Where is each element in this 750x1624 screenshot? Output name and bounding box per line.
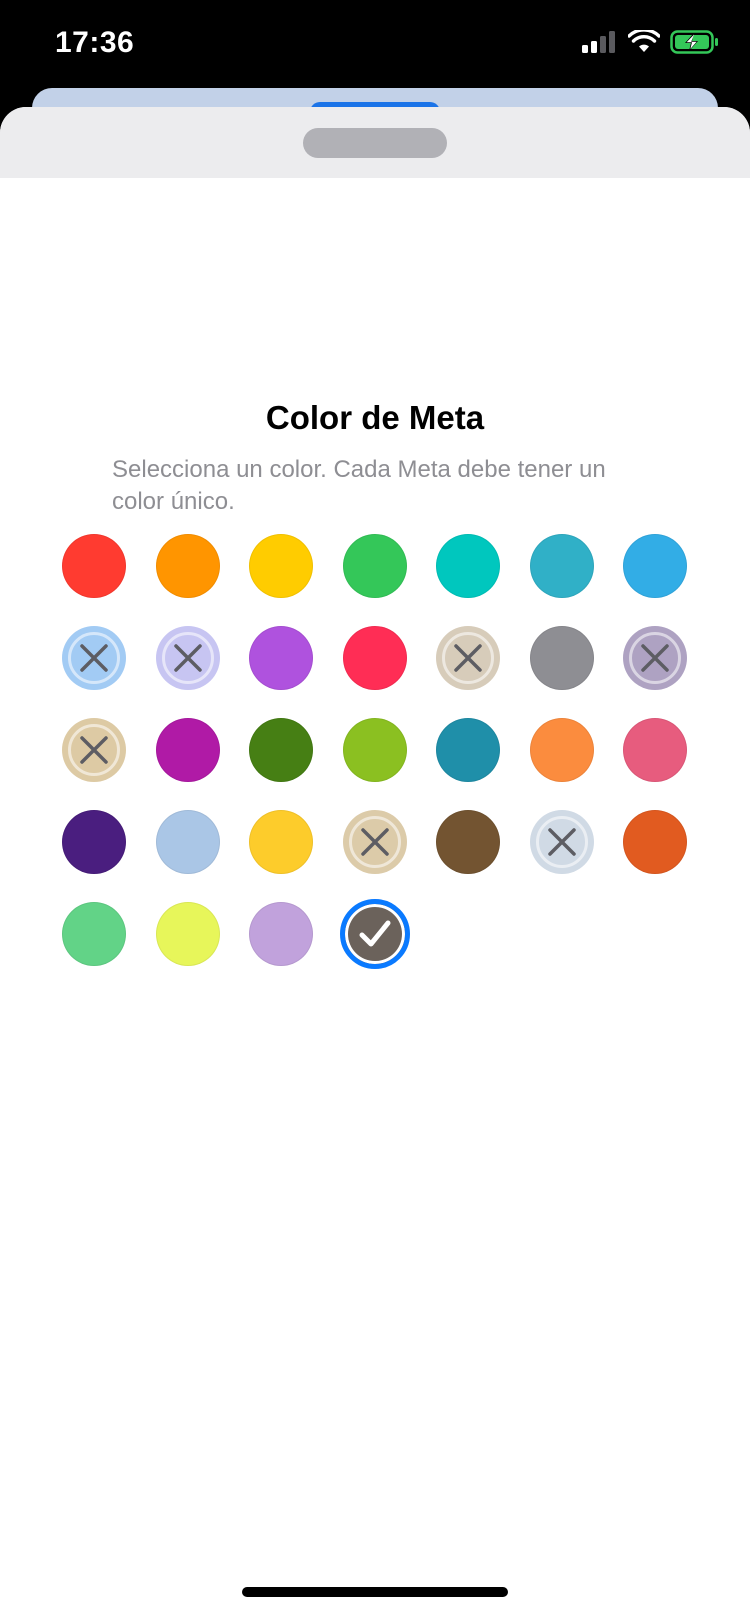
- page-title: Color de Meta: [265, 399, 485, 436]
- color-swatch-12: [436, 626, 500, 690]
- color-swatch-4[interactable]: [342, 534, 407, 598]
- color-swatch-21[interactable]: [623, 718, 687, 782]
- battery-charging-icon: [670, 30, 718, 54]
- color-swatch-28[interactable]: [623, 810, 687, 874]
- color-swatch-14: [623, 626, 687, 690]
- color-swatch-19[interactable]: [436, 718, 500, 782]
- color-swatch-23[interactable]: [155, 810, 220, 874]
- sheet-grabber-handle[interactable]: [303, 128, 447, 158]
- color-swatch-5[interactable]: [436, 534, 500, 598]
- color-swatch-17[interactable]: [249, 718, 313, 782]
- status-bar: 17:36: [0, 0, 750, 88]
- color-swatch-9: [155, 626, 220, 690]
- color-swatch-26[interactable]: [436, 810, 500, 874]
- color-swatch-29[interactable]: [62, 902, 126, 966]
- close-icon: [547, 828, 576, 856]
- page-subtitle: Selecciona un color. Cada Meta debe tene…: [112, 456, 606, 515]
- close-icon: [80, 736, 108, 764]
- color-swatch-27: [529, 810, 594, 874]
- home-indicator[interactable]: [242, 1587, 508, 1597]
- color-swatch-18[interactable]: [342, 718, 407, 782]
- color-swatch-3[interactable]: [249, 534, 313, 598]
- close-icon: [454, 644, 482, 672]
- color-swatch-15: [62, 718, 126, 782]
- color-swatch-11[interactable]: [342, 626, 407, 690]
- close-icon: [641, 644, 669, 672]
- color-swatch-31[interactable]: [249, 902, 313, 966]
- color-swatch-25: [342, 810, 407, 874]
- color-picker-sheet: Color de Meta Selecciona un color. Cada …: [0, 107, 750, 1624]
- cellular-signal-icon: [582, 31, 615, 53]
- color-swatch-30[interactable]: [155, 902, 220, 966]
- color-swatch-16[interactable]: [155, 718, 220, 782]
- color-swatch-22[interactable]: [62, 810, 126, 874]
- color-swatch-10[interactable]: [249, 626, 313, 690]
- close-icon: [80, 644, 108, 672]
- color-swatch-13[interactable]: [529, 626, 594, 690]
- color-swatch-32[interactable]: [339, 899, 410, 969]
- color-swatch-2[interactable]: [155, 534, 220, 598]
- color-swatch-8: [62, 626, 126, 690]
- status-icons: [582, 30, 720, 54]
- color-swatch-7[interactable]: [623, 534, 687, 598]
- status-time: 17:36: [55, 26, 135, 59]
- color-swatch-6[interactable]: [529, 534, 594, 598]
- color-swatch-24[interactable]: [249, 810, 313, 874]
- color-swatch-1[interactable]: [62, 534, 126, 598]
- wifi-icon: [628, 30, 660, 52]
- close-icon: [360, 828, 389, 856]
- checkmark-icon: [359, 920, 390, 947]
- close-icon: [173, 644, 202, 672]
- sheet-header: [0, 107, 750, 178]
- color-swatch-20[interactable]: [529, 718, 594, 782]
